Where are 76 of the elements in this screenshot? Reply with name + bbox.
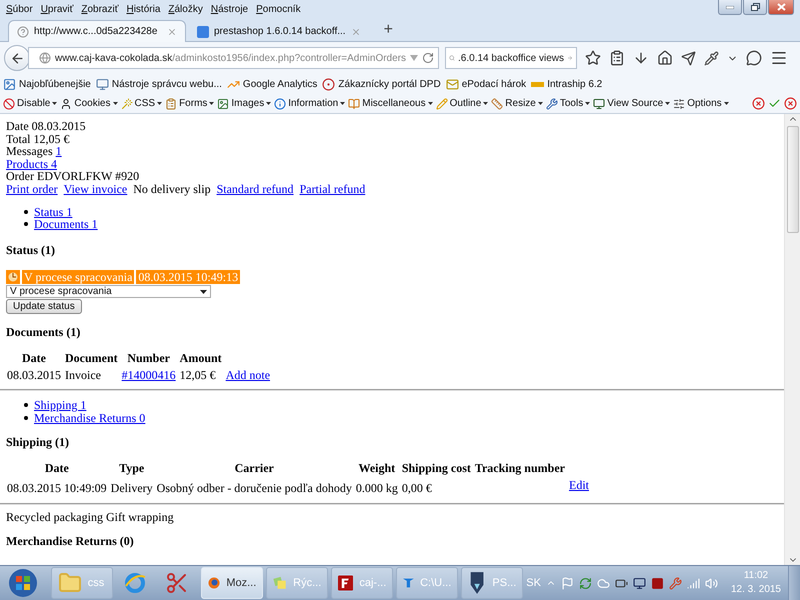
bookmark-link[interactable]: Najobľúbenejšie	[3, 78, 91, 90]
action-link[interactable]: Partial refund	[300, 182, 366, 196]
column-header: Type	[118, 460, 146, 476]
toolbar-menu-button[interactable]: View Source	[593, 98, 670, 110]
order-detail: Order EDVORLFKW #920	[6, 170, 140, 183]
bookmark-link[interactable]: ePodací hárok	[446, 78, 526, 90]
menu-item[interactable]: História	[123, 4, 166, 14]
toolbar-menu-button[interactable]: Miscellaneous	[348, 98, 433, 110]
toolbar-menu-button[interactable]: Cookies	[60, 98, 118, 110]
bookmark-link[interactable]: Google Analytics	[226, 78, 318, 90]
detail-label: Messages	[6, 144, 53, 158]
detail-link[interactable]: Products 4	[6, 156, 57, 171]
new-tab-button[interactable]: +	[376, 19, 401, 41]
table-cell-text: Delivery	[110, 480, 154, 496]
section-link[interactable]: Status 1	[34, 206, 72, 218]
toolbar-menu-button[interactable]: Information	[274, 98, 346, 110]
order-detail: Total 12,05 €	[6, 132, 70, 146]
edit-link[interactable]: Edit	[568, 478, 589, 492]
column-header: Document	[64, 350, 119, 366]
invoice-link[interactable]: #14000416	[122, 368, 176, 382]
status-date: 08.03.2015 10:49:13	[136, 270, 240, 284]
toolbar-menu-button[interactable]: Resize	[491, 98, 543, 110]
address-field[interactable]: www.caj-kava-cokolada.sk/adminkosto1956/index.php?controller=AdminOrders	[28, 47, 440, 69]
section-link[interactable]: Documents 1	[34, 218, 98, 231]
menu-item[interactable]: Nástroje	[208, 4, 254, 14]
search-field[interactable]: .6.0.14 backoffice views	[445, 47, 578, 69]
column-header: Carrier	[234, 460, 275, 476]
column-header: Shipping cost	[400, 460, 472, 476]
section-heading: Shipping (1)	[6, 436, 70, 449]
bookmark-link[interactable]: Nástroje správcu webu...	[96, 78, 222, 90]
action-note: No delivery slip	[133, 182, 211, 196]
column-header: Tracking number	[474, 460, 566, 476]
section-link[interactable]: Shipping 1	[34, 399, 86, 412]
menu-item[interactable]: Pomocník	[253, 4, 306, 14]
toolbar-menu-button[interactable]: CSS	[120, 98, 162, 110]
column-header: Amount	[178, 350, 223, 366]
table-cell-text: 12,05 €	[178, 368, 217, 382]
toolbar-menu-button[interactable]: Images	[217, 98, 272, 110]
menu-item[interactable]: Súbor	[3, 4, 38, 14]
action-link[interactable]: Print order	[6, 182, 58, 196]
toolbar-menu-button[interactable]: Forms	[165, 98, 214, 110]
menu-item[interactable]: Záložky	[165, 4, 208, 14]
bookmark-link[interactable]: Intraship 6.2	[531, 78, 602, 90]
table-cell-text: 08.03.2015 10:49:09	[6, 480, 108, 496]
column-header: Date	[44, 460, 70, 476]
column-header: Weight	[357, 460, 396, 476]
status-name: V procese spracovania	[22, 270, 134, 284]
toolbar-menu-button[interactable]: Options	[673, 98, 729, 110]
browser-tab[interactable]: prestashop 1.6.0.14 backoff...	[188, 20, 370, 42]
table-cell-text: Osobný odber - doručenie podľa dohody	[156, 480, 353, 496]
toolbar-menu-button[interactable]: Tools	[546, 98, 590, 110]
status-select[interactable]: V procese spracovania	[6, 285, 211, 298]
taskbar-button[interactable]: Moz...	[201, 567, 264, 599]
extras-text: Recycled packaging Gift wrapping	[6, 510, 175, 524]
action-link[interactable]: View invoice	[64, 182, 128, 196]
section-heading: Status (1)	[6, 244, 56, 256]
menu-item[interactable]: Zobraziť	[78, 4, 124, 14]
add-note-link[interactable]: Add note	[226, 368, 270, 382]
section-link[interactable]: Merchandise Returns 0	[34, 412, 146, 424]
toolbar-menu-button[interactable]: Outline	[436, 98, 488, 110]
table-cell-text: 0,00 €	[400, 480, 433, 496]
menu-item[interactable]: Upraviť	[38, 4, 78, 14]
browser-tab[interactable]: http://www.c...0d5a223428e	[8, 20, 186, 42]
action-link[interactable]: Standard refund	[216, 182, 294, 196]
table-cell: 08.03.2015	[6, 368, 62, 382]
table-cell-text: 0.000 kg	[354, 480, 399, 496]
section-heading: Documents (1)	[6, 326, 82, 339]
order-detail: Date 08.03.2015	[6, 120, 87, 133]
toolbar-menu-button[interactable]: Disable	[3, 98, 58, 110]
bookmark-link[interactable]: Zákaznícky portál DPD	[322, 78, 441, 90]
detail-link[interactable]: 1	[56, 144, 62, 158]
section-heading: Merchandise Returns (0)	[6, 535, 135, 548]
column-header: Number	[126, 350, 171, 366]
update-status-button[interactable]: Update status	[6, 299, 82, 314]
column-header: Date	[21, 350, 47, 366]
table-cell-text: Invoice	[64, 368, 102, 382]
